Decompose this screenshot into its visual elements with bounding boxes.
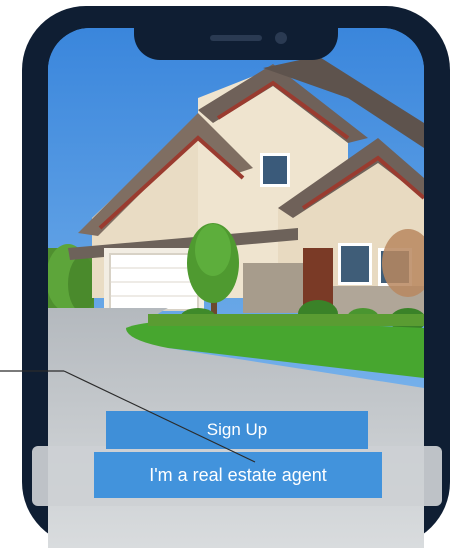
speaker-grille — [210, 35, 262, 41]
real-estate-agent-button[interactable]: I'm a real estate agent — [94, 452, 382, 498]
front-camera — [275, 32, 287, 44]
sign-up-button[interactable]: Sign Up — [106, 411, 368, 449]
